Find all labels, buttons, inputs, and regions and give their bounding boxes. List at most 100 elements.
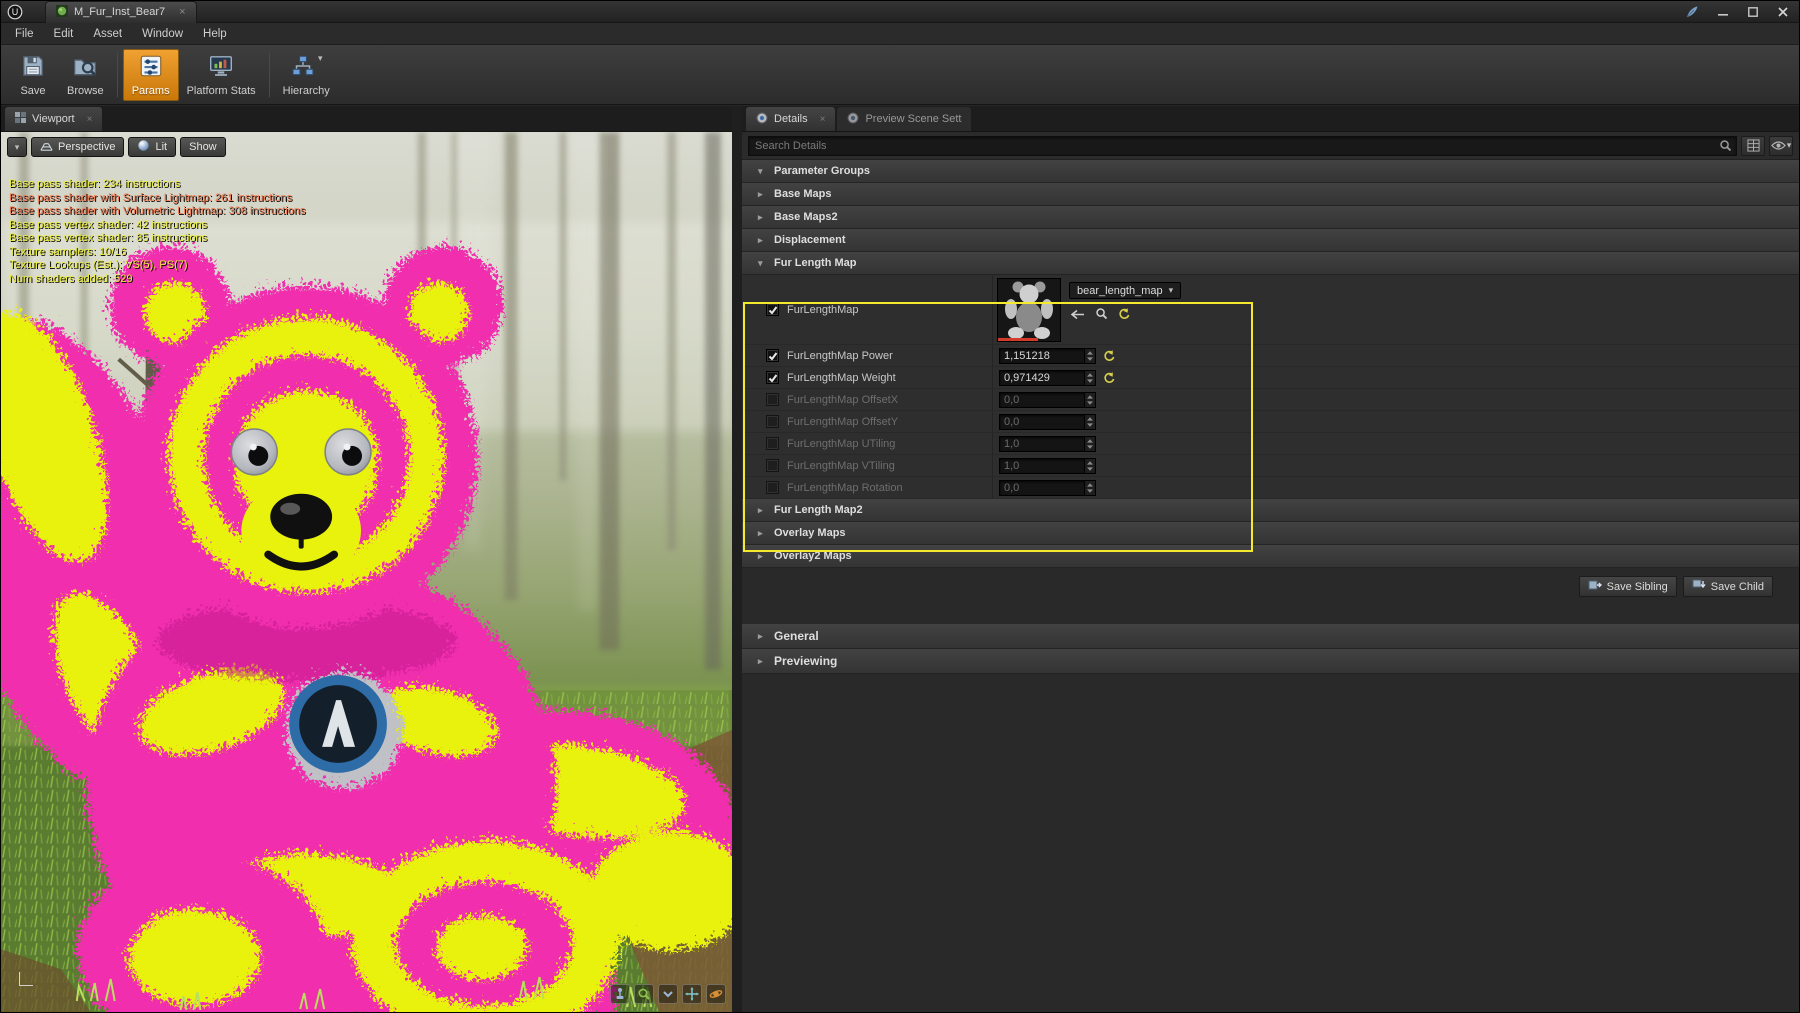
value-field-furlengthmap-rotation[interactable]: 0,0 [999, 479, 1096, 496]
value-spinner-icon[interactable] [1084, 370, 1095, 385]
expander-arrow-icon[interactable]: ▸ [758, 212, 767, 223]
value-spinner-icon[interactable] [1084, 414, 1095, 429]
expander-arrow-icon[interactable]: ▸ [758, 235, 767, 246]
param-label: FurLengthMap UTiling [787, 437, 896, 450]
value-spinner-icon[interactable] [1084, 436, 1095, 451]
menu-bar: File Edit Asset Window Help [1, 23, 1799, 45]
param-label: FurLengthMap VTiling [787, 459, 895, 472]
checkbox-furlengthmap-offsety[interactable] [766, 415, 779, 428]
checkbox-furlengthmap-vtiling[interactable] [766, 459, 779, 472]
expander-arrow-icon[interactable]: ▾ [758, 258, 767, 269]
menu-help[interactable]: Help [193, 23, 237, 45]
titlebar[interactable]: U M_Fur_Inst_Bear7 × [1, 1, 1799, 23]
texture-thumbnail[interactable] [997, 278, 1061, 342]
value-spinner-icon[interactable] [1084, 348, 1095, 363]
value-spinner-icon[interactable] [1084, 480, 1095, 495]
tab-preview-scene-settings[interactable]: Preview Scene Sett [837, 107, 972, 131]
checkbox-furlengthmap-offsetx[interactable] [766, 393, 779, 406]
maximize-button[interactable] [1739, 3, 1767, 21]
value-spinner-icon[interactable] [1084, 458, 1095, 473]
expander-arrow-icon[interactable]: ▸ [758, 656, 767, 667]
viewport-tab[interactable]: Viewport × [5, 107, 103, 131]
save-sibling-button[interactable]: Save Sibling [1578, 576, 1677, 597]
chevron-down-nav-icon[interactable] [658, 984, 678, 1004]
feather-icon[interactable] [1685, 5, 1699, 19]
value-field-furlengthmap-offsetx[interactable]: 0,0 [999, 391, 1096, 408]
lit-button[interactable]: Lit [128, 137, 177, 157]
panel-splitter[interactable] [732, 106, 742, 1012]
tab-close-icon[interactable]: × [820, 114, 826, 125]
category-general[interactable]: ▸ General [742, 624, 1799, 649]
checkbox-furlengthmap-weight[interactable] [766, 371, 779, 384]
checkbox-furlengthmap-power[interactable] [766, 349, 779, 362]
save-child-button[interactable]: Save Child [1682, 576, 1773, 597]
expander-arrow-icon[interactable]: ▸ [758, 528, 767, 539]
parameter-groups-label: Parameter Groups [774, 165, 870, 177]
texture-asset-dropdown[interactable]: bear_length_map ▾ [1069, 282, 1182, 299]
tab-details[interactable]: Details × [746, 107, 836, 131]
category-displacement[interactable]: ▸ Displacement [742, 229, 1799, 252]
param-row-furlengthmap-utiling: FurLengthMap UTiling 1,0 [742, 433, 1799, 455]
orbit-nav-icon[interactable] [706, 984, 726, 1004]
category-overlay2-maps[interactable]: ▸ Overlay2 Maps [742, 545, 1799, 568]
close-button[interactable] [1769, 3, 1797, 21]
menu-file[interactable]: File [5, 23, 44, 45]
category-fur-length-map2[interactable]: ▸ Fur Length Map2 [742, 499, 1799, 522]
checkbox-furlengthmap[interactable] [766, 303, 779, 316]
tab-close-icon[interactable]: × [87, 114, 93, 125]
value-field-furlengthmap-utiling[interactable]: 1,0 [999, 435, 1096, 452]
browse-to-asset-icon[interactable] [1095, 307, 1108, 325]
save-sibling-label: Save Sibling [1606, 580, 1668, 593]
menu-window[interactable]: Window [132, 23, 193, 45]
pan-nav-icon[interactable] [682, 984, 702, 1004]
expander-arrow-icon[interactable]: ▸ [758, 551, 767, 562]
hierarchy-label: Hierarchy [282, 84, 330, 97]
hierarchy-dropdown-icon[interactable]: ▾ [318, 53, 323, 64]
tab-close-icon[interactable]: × [179, 6, 185, 18]
platform-stats-label: Platform Stats [186, 84, 256, 97]
minimize-button[interactable] [1709, 3, 1737, 21]
value-field-furlengthmap-power[interactable]: 1,151218 [999, 347, 1096, 364]
reset-to-default-icon[interactable] [1103, 371, 1115, 384]
reset-to-default-icon[interactable] [1118, 307, 1130, 325]
expander-arrow-icon[interactable]: ▸ [758, 505, 767, 516]
checkbox-furlengthmap-utiling[interactable] [766, 437, 779, 450]
category-overlay-maps[interactable]: ▸ Overlay Maps [742, 522, 1799, 545]
expander-arrow-icon[interactable]: ▸ [758, 189, 767, 200]
value-field-furlengthmap-weight[interactable]: 0,971429 [999, 369, 1096, 386]
value-field-furlengthmap-vtiling[interactable]: 1,0 [999, 457, 1096, 474]
perspective-button[interactable]: Perspective [31, 137, 125, 157]
column-view-icon[interactable] [1741, 135, 1765, 156]
details-tabbar: Details × Preview Scene Sett [742, 106, 1799, 132]
menu-asset[interactable]: Asset [83, 23, 132, 45]
parameter-groups-header[interactable]: ▾ Parameter Groups [742, 160, 1799, 183]
svg-text:U: U [12, 7, 19, 17]
toolbar-separator [268, 52, 270, 97]
value-field-furlengthmap-offsety[interactable]: 0,0 [999, 413, 1096, 430]
platform-stats-button[interactable]: Platform Stats [179, 49, 264, 101]
use-selected-asset-icon[interactable] [1070, 307, 1085, 325]
viewport-options-button[interactable]: ▾ [7, 137, 27, 157]
document-tab[interactable]: M_Fur_Inst_Bear7 × [45, 1, 197, 23]
show-button[interactable]: Show [180, 137, 226, 157]
hierarchy-button[interactable]: ▾ Hierarchy [275, 49, 338, 101]
category-fur-length-map[interactable]: ▾ Fur Length Map [742, 252, 1799, 275]
viewport-3d-scene[interactable]: ▾ Perspective Lit Show Base pass shader:… [1, 132, 732, 1012]
checkbox-furlengthmap-rotation[interactable] [766, 481, 779, 494]
category-base-maps[interactable]: ▸ Base Maps [742, 183, 1799, 206]
expander-arrow-icon[interactable]: ▾ [758, 166, 767, 177]
platform-stats-icon [208, 53, 234, 82]
reset-to-default-icon[interactable] [1103, 349, 1115, 362]
save-button[interactable]: Save [7, 49, 59, 101]
joystick-nav-icon[interactable] [610, 984, 630, 1004]
browse-button[interactable]: Browse [59, 49, 112, 101]
details-search-input[interactable] [748, 135, 1737, 156]
menu-edit[interactable]: Edit [44, 23, 84, 45]
expander-arrow-icon[interactable]: ▸ [758, 631, 767, 642]
value-spinner-icon[interactable] [1084, 392, 1095, 407]
params-button[interactable]: Params [122, 48, 179, 101]
category-base-maps2[interactable]: ▸ Base Maps2 [742, 206, 1799, 229]
view-options-eye-icon[interactable]: ▾ [1769, 135, 1793, 156]
zoom-nav-icon[interactable] [634, 984, 654, 1004]
category-previewing[interactable]: ▸ Previewing [742, 649, 1799, 674]
